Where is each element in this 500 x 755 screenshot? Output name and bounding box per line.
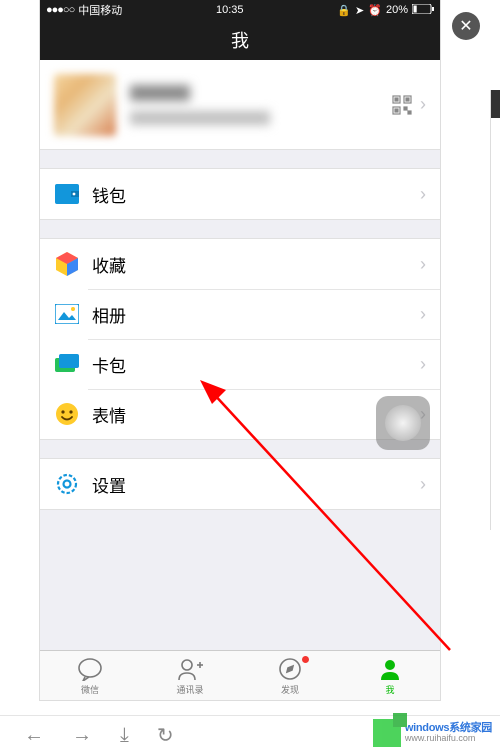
battery-percent: 20% bbox=[386, 4, 408, 16]
row-cards[interactable]: 卡包 › bbox=[40, 339, 440, 389]
favorites-icon bbox=[54, 251, 80, 277]
download-icon[interactable]: ⤓ bbox=[120, 724, 129, 747]
tab-me[interactable]: 我 bbox=[340, 651, 440, 700]
tab-contacts[interactable]: 通讯录 bbox=[140, 651, 240, 700]
status-time: 10:35 bbox=[216, 4, 244, 16]
chevron-right-icon: › bbox=[420, 94, 426, 115]
avatar bbox=[54, 74, 116, 136]
close-button[interactable]: ✕ bbox=[452, 12, 480, 40]
settings-icon bbox=[54, 471, 80, 497]
alarm-icon: ⏰ bbox=[368, 4, 382, 17]
profile-text bbox=[130, 85, 392, 125]
status-bar: ●●●○○ 中国移动 10:35 🔒 ➤ ⏰ 20% bbox=[40, 0, 440, 20]
album-icon bbox=[54, 301, 80, 327]
nav-bar: 我 bbox=[40, 20, 440, 60]
lock-icon: 🔒 bbox=[337, 4, 351, 17]
row-favorites[interactable]: 收藏 › bbox=[40, 239, 440, 289]
discover-icon bbox=[277, 656, 303, 682]
tab-discover[interactable]: 发现 bbox=[240, 651, 340, 700]
assistive-touch[interactable] bbox=[376, 396, 430, 450]
tab-label: 发现 bbox=[281, 683, 299, 696]
tab-chats[interactable]: 微信 bbox=[40, 651, 140, 700]
assistive-touch-icon bbox=[385, 405, 421, 441]
row-label: 卡包 bbox=[92, 352, 420, 377]
row-album[interactable]: 相册 › bbox=[40, 289, 440, 339]
carrier-label: 中国移动 bbox=[78, 2, 122, 18]
tab-label: 微信 bbox=[81, 683, 99, 696]
row-wallet[interactable]: 钱包 › bbox=[40, 169, 440, 219]
row-label: 相册 bbox=[92, 302, 420, 327]
tab-label: 通讯录 bbox=[176, 683, 203, 696]
badge-dot bbox=[301, 655, 310, 664]
signal-dots: ●●●○○ bbox=[46, 4, 74, 16]
background-sliver bbox=[490, 90, 500, 530]
chevron-right-icon: › bbox=[420, 474, 426, 495]
chevron-right-icon: › bbox=[420, 254, 426, 275]
row-settings[interactable]: 设置 › bbox=[40, 459, 440, 509]
battery-icon bbox=[412, 4, 434, 17]
chevron-right-icon: › bbox=[420, 304, 426, 325]
phone-screen: ●●●○○ 中国移动 10:35 🔒 ➤ ⏰ 20% 我 bbox=[40, 0, 440, 700]
tab-bar: 微信 通讯录 发现 我 bbox=[40, 650, 440, 700]
refresh-icon[interactable]: ↻ bbox=[157, 723, 174, 748]
me-icon bbox=[377, 656, 403, 682]
row-label: 表情 bbox=[92, 402, 420, 427]
page-title: 我 bbox=[231, 27, 249, 53]
wallet-icon bbox=[54, 181, 80, 207]
watermark: windows系统家园 www.ruihaifu.com bbox=[373, 719, 492, 747]
row-label: 钱包 bbox=[92, 182, 420, 207]
tab-label: 我 bbox=[385, 683, 394, 696]
chat-icon bbox=[77, 656, 103, 682]
chevron-right-icon: › bbox=[420, 184, 426, 205]
location-icon: ➤ bbox=[355, 4, 364, 17]
watermark-url: www.ruihaifu.com bbox=[405, 734, 492, 744]
row-label: 设置 bbox=[92, 472, 420, 497]
cards-icon bbox=[54, 351, 80, 377]
forward-icon[interactable]: → bbox=[72, 724, 92, 747]
watermark-logo bbox=[373, 719, 401, 747]
row-label: 收藏 bbox=[92, 252, 420, 277]
content-area: › 钱包 › 收藏 › bbox=[40, 60, 440, 650]
chevron-right-icon: › bbox=[420, 354, 426, 375]
qr-code-icon bbox=[392, 95, 412, 115]
profile-row[interactable]: › bbox=[40, 60, 440, 150]
stickers-icon bbox=[54, 401, 80, 427]
contacts-icon bbox=[177, 656, 203, 682]
back-icon[interactable]: ← bbox=[24, 724, 44, 747]
